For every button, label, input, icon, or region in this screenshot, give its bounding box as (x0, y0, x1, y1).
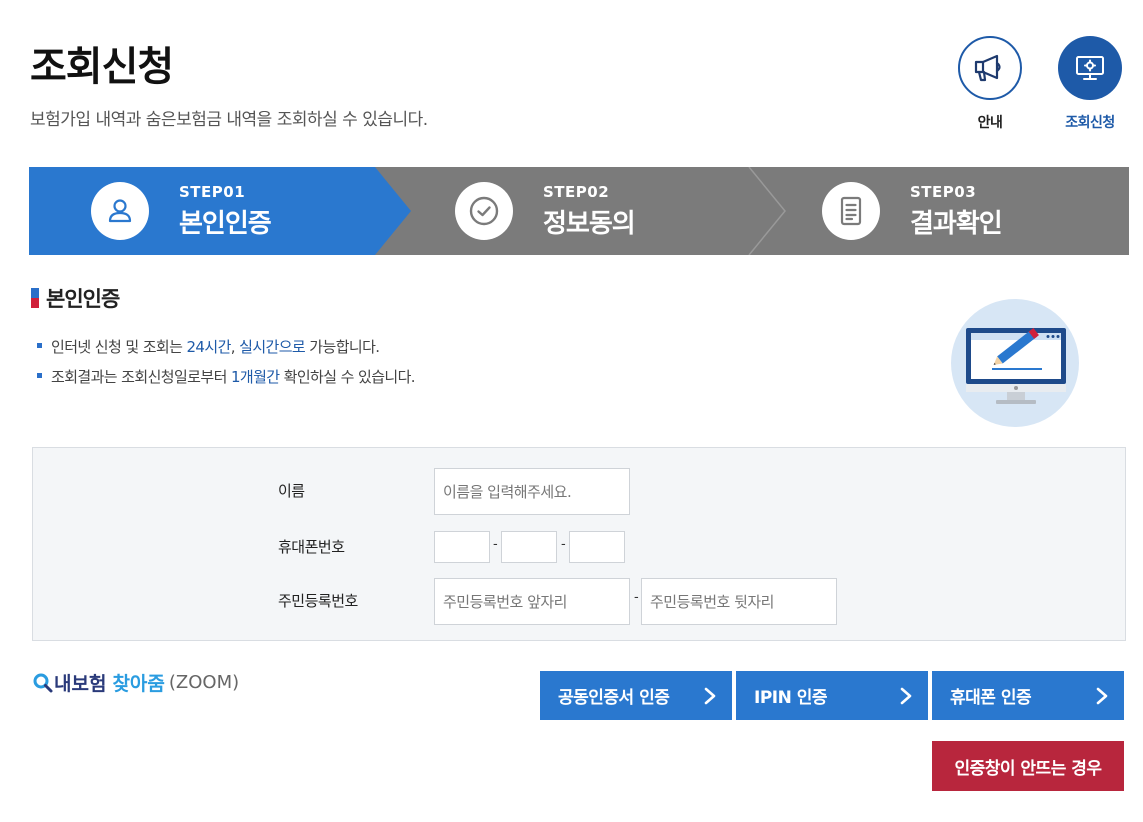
user-icon (108, 199, 132, 223)
megaphone-icon (974, 54, 1001, 82)
computer-pen-illustration (951, 299, 1079, 427)
step-1: STEP01 본인인증 (91, 167, 272, 255)
inquiry-label: 조회신청 (1065, 115, 1115, 131)
notice-item: 조회결과는 조회신청일로부터 1개월간 확인하실 수 있습니다. (37, 366, 416, 396)
chevron-right-icon (704, 687, 716, 704)
step-2-circle (455, 182, 513, 240)
zoom-logo[interactable]: 내보험 찾아줌 (ZOOM) (32, 669, 239, 696)
rrn-label: 주민등록번호 (278, 592, 358, 610)
document-icon (840, 196, 862, 226)
step-3: STEP03 결과확인 (822, 167, 1003, 255)
inquiry-circle (1058, 36, 1122, 100)
highlight-text: 실시간으로 (239, 338, 306, 356)
notice-list: 인터넷 신청 및 조회는 24시간, 실시간으로 가능합니다. 조회결과는 조회… (37, 336, 416, 396)
phone-separator: - (561, 537, 566, 552)
magnifier-icon (33, 673, 53, 692)
step-3-name: 결과확인 (910, 208, 1003, 239)
auth-window-help-button[interactable]: 인증창이 안뜨는 경우 (932, 741, 1124, 791)
check-circle-icon (469, 196, 499, 226)
step-1-circle (91, 182, 149, 240)
phone-auth-button[interactable]: 휴대폰 인증 (932, 671, 1124, 720)
name-label: 이름 (278, 482, 305, 500)
step-progress-bar: STEP01 본인인증 STEP02 정보동의 STEP03 결과확인 (29, 167, 1129, 255)
phone-label: 휴대폰번호 (278, 538, 345, 556)
rrn-front-input[interactable]: 주민등록번호 앞자리 (434, 578, 630, 625)
inquiry-button[interactable]: 조회신청 (1057, 36, 1123, 132)
step-3-code: STEP03 (910, 182, 977, 201)
page: 조회신청 보험가입 내역과 숨은보험금 내역을 조회하실 수 있습니다. 안내 … (0, 0, 1143, 822)
monitor-search-icon (1076, 56, 1104, 80)
step-1-code: STEP01 (179, 182, 246, 201)
guide-button[interactable]: 안내 (957, 36, 1023, 132)
notice-item: 인터넷 신청 및 조회는 24시간, 실시간으로 가능합니다. (37, 336, 415, 366)
cert-auth-label: 공동인증서 인증 (558, 688, 670, 708)
step-2-code: STEP02 (543, 182, 610, 201)
ipin-auth-button[interactable]: IPIN 인증 (736, 671, 928, 720)
section-marker (31, 288, 39, 308)
zoom-logo-text-1: 내보험 (54, 673, 107, 695)
step-divider (748, 167, 786, 255)
page-title: 조회신청 (30, 44, 174, 90)
phone-input-3[interactable] (569, 531, 625, 563)
highlight-text: 24시간 (186, 338, 231, 356)
phone-auth-label: 휴대폰 인증 (950, 688, 1032, 708)
page-subtitle: 보험가입 내역과 숨은보험금 내역을 조회하실 수 있습니다. (30, 110, 428, 130)
section-title: 본인인증 (46, 287, 120, 311)
rrn-separator: - (634, 590, 639, 605)
ipin-auth-label: IPIN 인증 (754, 688, 828, 708)
cert-auth-button[interactable]: 공동인증서 인증 (540, 671, 732, 720)
guide-circle (958, 36, 1022, 100)
section-heading: 본인인증 (31, 283, 120, 313)
phone-separator: - (493, 537, 498, 552)
name-input[interactable]: 이름을 입력해주세요. (434, 468, 630, 515)
chevron-right-icon (900, 687, 912, 704)
step-2: STEP02 정보동의 (455, 167, 636, 255)
phone-input-1[interactable] (434, 531, 490, 563)
guide-label: 안내 (977, 115, 1003, 131)
step-3-circle (822, 182, 880, 240)
phone-input-2[interactable] (501, 531, 557, 563)
chevron-right-icon (1096, 687, 1108, 704)
rrn-back-input[interactable]: 주민등록번호 뒷자리 (641, 578, 837, 625)
zoom-logo-text-2: 찾아줌 (112, 673, 165, 695)
highlight-text: 1개월간 (230, 368, 280, 386)
step-2-name: 정보동의 (543, 208, 636, 239)
step-1-name: 본인인증 (179, 208, 272, 239)
zoom-logo-text-3: (ZOOM) (168, 672, 240, 693)
